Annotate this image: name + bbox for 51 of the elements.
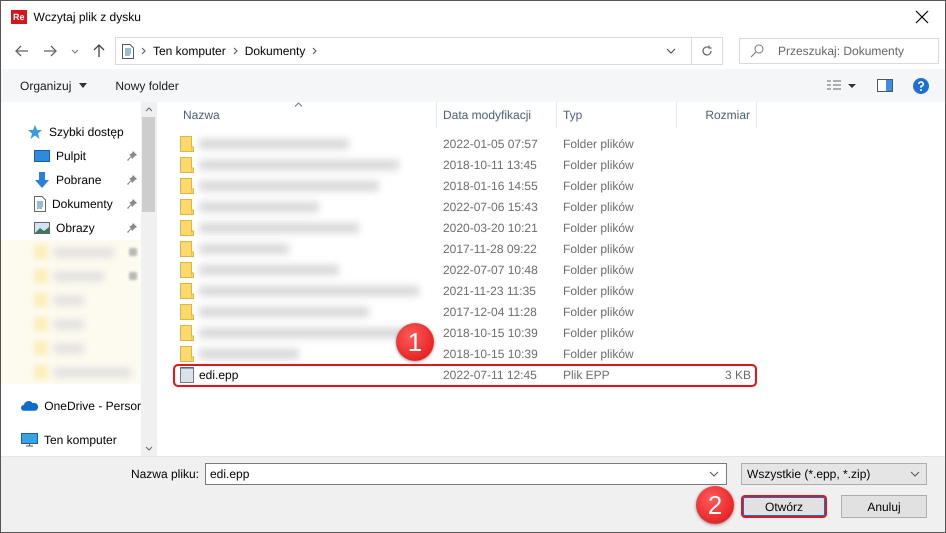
breadcrumb[interactable]: Dokumenty	[244, 44, 306, 58]
cancel-button[interactable]: Anuluj	[841, 495, 927, 518]
open-button[interactable]: Otwórz	[741, 495, 827, 518]
table-cell-text: 2022-07-07 10:48	[442, 262, 539, 276]
table-cell-text: 2020-03-20 10:21	[442, 220, 539, 234]
file-type-dropdown[interactable]: Wszystkie (*.epp, *.zip)	[741, 463, 927, 485]
table-cell-text: Folder plików	[562, 136, 635, 150]
table-cell-text: 2022-07-11 12:45	[442, 368, 538, 382]
table-cell-text: 2022-01-05 07:57	[442, 136, 539, 150]
filename-field[interactable]: edi.epp	[205, 463, 727, 485]
table-cell-text: Plik EPP	[562, 368, 611, 382]
table-cell-text: Folder plików	[562, 242, 635, 256]
table-cell-text: 3 KB	[724, 368, 752, 382]
table-cell-text: Folder plików	[562, 304, 635, 318]
window-title: Wczytaj plik z dysku	[34, 10, 142, 24]
sidebar-item[interactable]: OneDrive - Persor	[1, 394, 141, 418]
column-header[interactable]: Data modyfikacji	[437, 102, 557, 128]
app-logo: Re	[11, 10, 27, 24]
sidebar-item[interactable]: Pobrane	[1, 168, 141, 192]
address-bar[interactable]: Ten komputer Dokumenty	[115, 37, 723, 65]
table-cell-text: 2018-10-11 13:45	[442, 158, 538, 172]
table-cell-text: 2017-11-28 09:22	[442, 242, 538, 256]
step-badge: 1	[396, 323, 434, 361]
sidebar-item[interactable]: Ten komputer	[1, 428, 141, 452]
table-cell-text: Folder plików	[562, 346, 635, 360]
table-cell-text: Folder plików	[562, 284, 635, 298]
table-cell-text: 2021-11-23 11:35	[442, 284, 537, 298]
column-header[interactable]: Typ	[557, 102, 677, 128]
table-cell-text: Folder plików	[562, 326, 635, 340]
file-name: edi.epp	[199, 368, 238, 382]
sidebar-item[interactable]: Szybki dostęp	[1, 120, 141, 144]
search-field[interactable]: Przeszukaj: Dokumenty	[739, 38, 939, 64]
table-cell-text: Folder plików	[562, 158, 635, 172]
sidebar-item[interactable]: Pulpit	[1, 144, 141, 168]
table-cell-text: 2022-07-06 15:43	[442, 200, 539, 214]
table-cell-text: 2018-10-15 10:39	[442, 346, 539, 360]
organize-menu[interactable]: Organizuj	[20, 78, 88, 92]
breadcrumb[interactable]: Ten komputer	[153, 44, 226, 58]
filename-label: Nazwa pliku:	[130, 467, 199, 481]
new-folder-button[interactable]: Nowy folder	[115, 78, 179, 92]
table-cell-text: 2018-10-15 10:39	[442, 326, 539, 340]
table-cell-text: Folder plików	[562, 220, 635, 234]
table-cell-text: Folder plików	[562, 178, 635, 192]
table-cell-text: Folder plików	[562, 200, 635, 214]
sidebar-item[interactable]: Obrazy	[1, 216, 141, 240]
sidebar-item[interactable]: Dokumenty	[1, 192, 141, 216]
column-header[interactable]: Rozmiar	[677, 102, 757, 128]
table-cell-text: 2017-12-04 11:28	[442, 304, 538, 318]
column-header[interactable]: Nazwa	[177, 102, 437, 128]
table-cell-text: Folder plików	[562, 262, 635, 276]
table-cell-text: 2018-01-16 14:55	[442, 178, 539, 192]
